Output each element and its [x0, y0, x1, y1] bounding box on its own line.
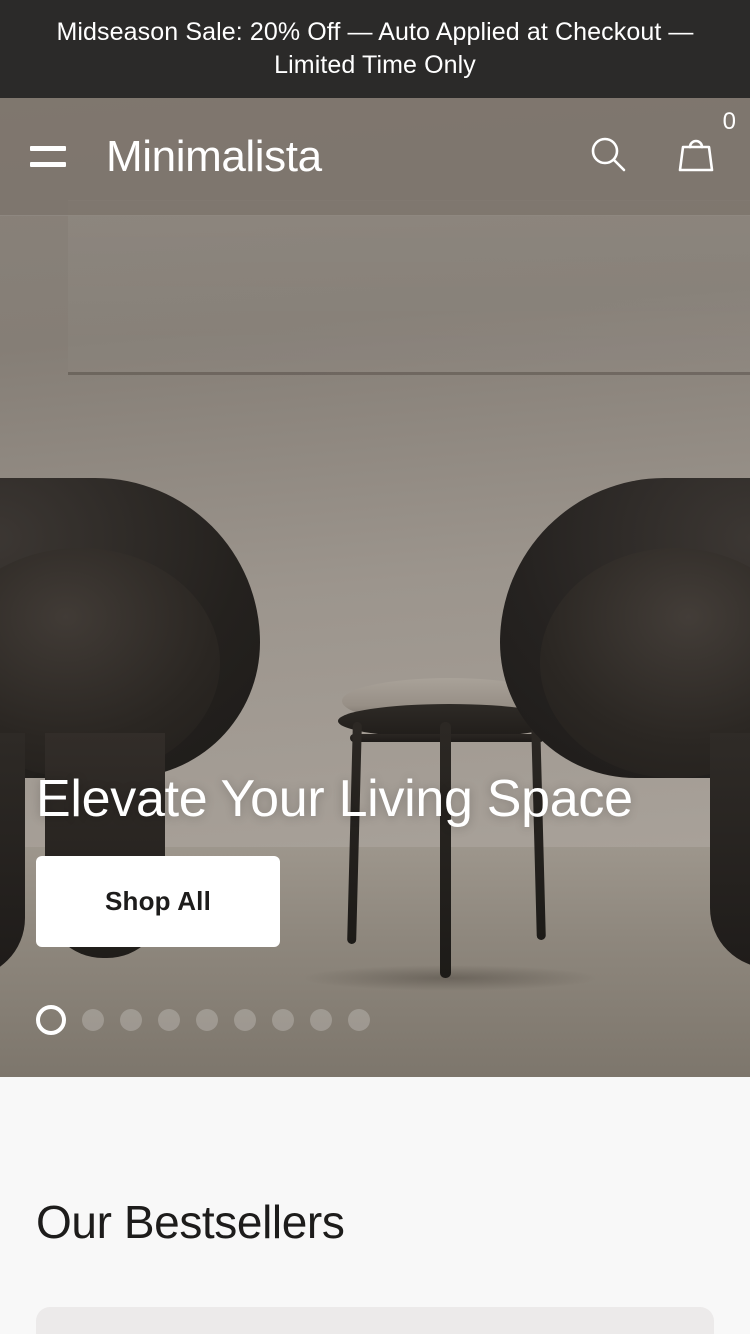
carousel-dot-1[interactable]: [36, 1005, 66, 1035]
announcement-bar: Midseason Sale: 20% Off — Auto Applied a…: [0, 0, 750, 98]
cart-icon[interactable]: 0: [672, 110, 736, 183]
cart-count-badge: 0: [722, 108, 736, 135]
hero-content: Elevate Your Living Space Shop All: [0, 769, 750, 1077]
hamburger-icon[interactable]: [30, 134, 76, 180]
hero-wall-panel: [68, 200, 750, 375]
carousel-dot-3[interactable]: [120, 1009, 142, 1031]
bestsellers-section: Our Bestsellers NEXUS / HOME ACCENTS: [0, 1077, 750, 1334]
product-card[interactable]: NEXUS / HOME ACCENTS: [36, 1307, 714, 1334]
hero-carousel[interactable]: Elevate Your Living Space Shop All: [0, 98, 750, 1077]
search-icon[interactable]: [586, 132, 630, 181]
carousel-dot-9[interactable]: [348, 1009, 370, 1031]
site-header: Minimalista 0: [0, 98, 750, 216]
carousel-dot-7[interactable]: [272, 1009, 294, 1031]
hero-title: Elevate Your Living Space: [36, 769, 633, 828]
carousel-dot-8[interactable]: [310, 1009, 332, 1031]
shop-all-button[interactable]: Shop All: [36, 856, 280, 947]
carousel-pagination[interactable]: [36, 1005, 714, 1077]
announcement-text: Midseason Sale: 20% Off — Auto Applied a…: [56, 18, 694, 79]
home-page: Midseason Sale: 20% Off — Auto Applied a…: [0, 0, 750, 1334]
carousel-dot-5[interactable]: [196, 1009, 218, 1031]
section-title: Our Bestsellers: [36, 1196, 345, 1248]
carousel-dot-6[interactable]: [234, 1009, 256, 1031]
header-actions: 0: [586, 110, 736, 183]
carousel-dot-2[interactable]: [82, 1009, 104, 1031]
brand-logo[interactable]: Minimalista: [106, 132, 322, 182]
carousel-dot-4[interactable]: [158, 1009, 180, 1031]
